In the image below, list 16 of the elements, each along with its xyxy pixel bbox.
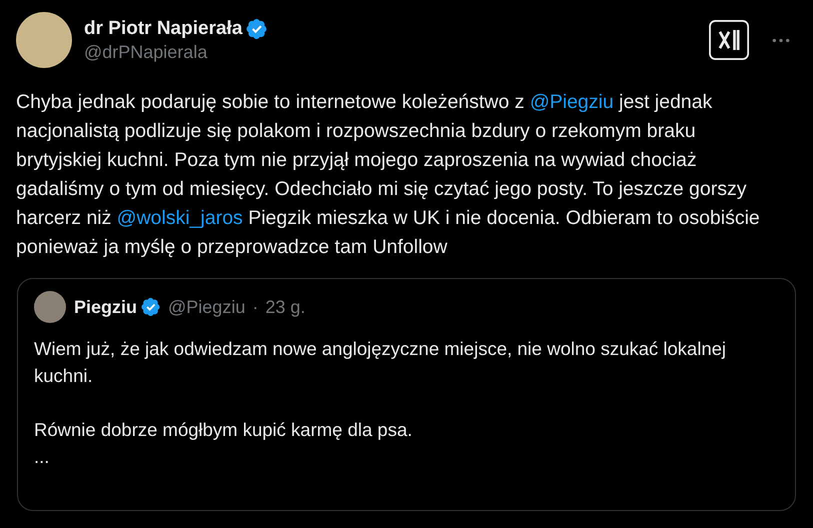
- author-handle[interactable]: @drPNapierala: [84, 42, 268, 62]
- quoted-post-text: Wiem już, że jak odwiedzam nowe anglojęzyczne miejsce, nie wolno szukać lokalnej kuchni.: [34, 337, 728, 388]
- post-time: 23 g.: [265, 296, 306, 318]
- author-name[interactable]: dr Piotr Napierała: [84, 18, 242, 40]
- post-text: Chyba jednak podaruję sobie to internetowe koleżeństwo z @Piegziu jest jednak nacjonalistą podlizuje się polakom i rozpowszechnia bzdury o rzekomym braku brytyjskiej kuchni. Poza tym nie przyjął mojego zaproszenia na wywiad chociaż gadaliśmy o tym od miesięcy. Odechciało mi się czytać jego posty. To jeszcze gorszy harcerz niż @wolski_jaros Piegzik mieszka w UK i nie docenia. Odbieram to osobiście ponieważ ja myślę o przeprowadzce tam Unfollow: [16, 90, 761, 260]
- slash-logo-icon[interactable]: [709, 20, 749, 60]
- quoted-author-handle: @Piegziu: [168, 296, 246, 318]
- more-icon[interactable]: [771, 36, 791, 44]
- quoted-post-text: Równie dobrze mógłbym kupić karmę dla psa.: [34, 418, 414, 442]
- avatar-photo-placeholder: [34, 291, 66, 323]
- separator-dot: ·: [252, 296, 258, 318]
- quoted-post-text: ...: [34, 445, 50, 469]
- mention-link[interactable]: @wolski_jaros: [116, 207, 243, 229]
- quoted-author-name: Piegziu: [74, 296, 138, 318]
- quoted-post-card[interactable]: Piegziu @Piegziu · 23 g. Wiem już, że jak odwiedzam nowe anglojęzyczne miejsce, nie wolno szukać lokalnej kuchni. Równie dobrze mógłbym kupić karmę dla psa. ...: [17, 278, 796, 511]
- mention-link[interactable]: @Piegziu: [530, 91, 614, 113]
